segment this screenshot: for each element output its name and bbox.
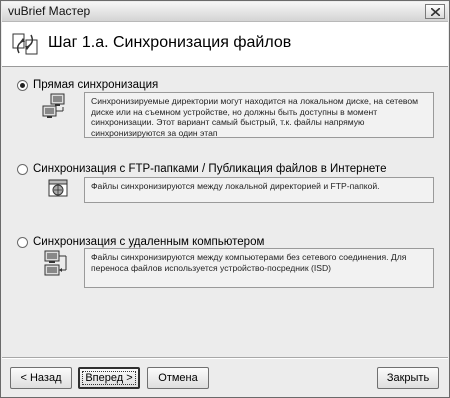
title-bar[interactable]: vuBrief Мастер bbox=[2, 2, 448, 22]
back-button[interactable]: < Назад bbox=[10, 367, 72, 389]
close-button[interactable]: Закрыть bbox=[377, 367, 439, 389]
description-ftp-sync: Файлы синхронизируются между локальной д… bbox=[84, 177, 434, 203]
close-icon bbox=[431, 8, 440, 16]
step-title: Шаг 1.а. Синхронизация файлов bbox=[48, 34, 292, 51]
next-button[interactable]: Вперед > bbox=[78, 367, 140, 389]
wizard-header: Шаг 1.а. Синхронизация файлов bbox=[2, 22, 448, 67]
radio-remote-sync[interactable] bbox=[17, 237, 28, 248]
sync-arrows-icon bbox=[11, 31, 39, 62]
computers-sync-icon bbox=[41, 93, 67, 126]
focus-rectangle bbox=[82, 371, 136, 385]
radio-direct-sync[interactable] bbox=[17, 80, 28, 91]
option-label: Прямая синхронизация bbox=[33, 79, 159, 91]
close-window-button[interactable] bbox=[425, 4, 445, 19]
ftp-globe-icon bbox=[47, 177, 71, 206]
radio-ftp-sync[interactable] bbox=[17, 164, 28, 175]
option-label: Синхронизация с FTP-папками / Публикация… bbox=[33, 163, 387, 175]
cancel-button[interactable]: Отмена bbox=[147, 367, 209, 389]
remote-computer-icon bbox=[43, 248, 71, 283]
wizard-window: vuBrief Мастер Шаг 1.а. Синхронизация фа… bbox=[0, 0, 450, 398]
window-title: vuBrief Мастер bbox=[8, 4, 91, 18]
button-separator bbox=[2, 357, 448, 359]
option-label: Синхронизация с удаленным компьютером bbox=[33, 236, 265, 248]
description-remote-sync: Файлы синхронизируются между компьютерам… bbox=[84, 248, 434, 288]
description-direct-sync: Синхронизируемые директории могут находи… bbox=[84, 92, 434, 138]
